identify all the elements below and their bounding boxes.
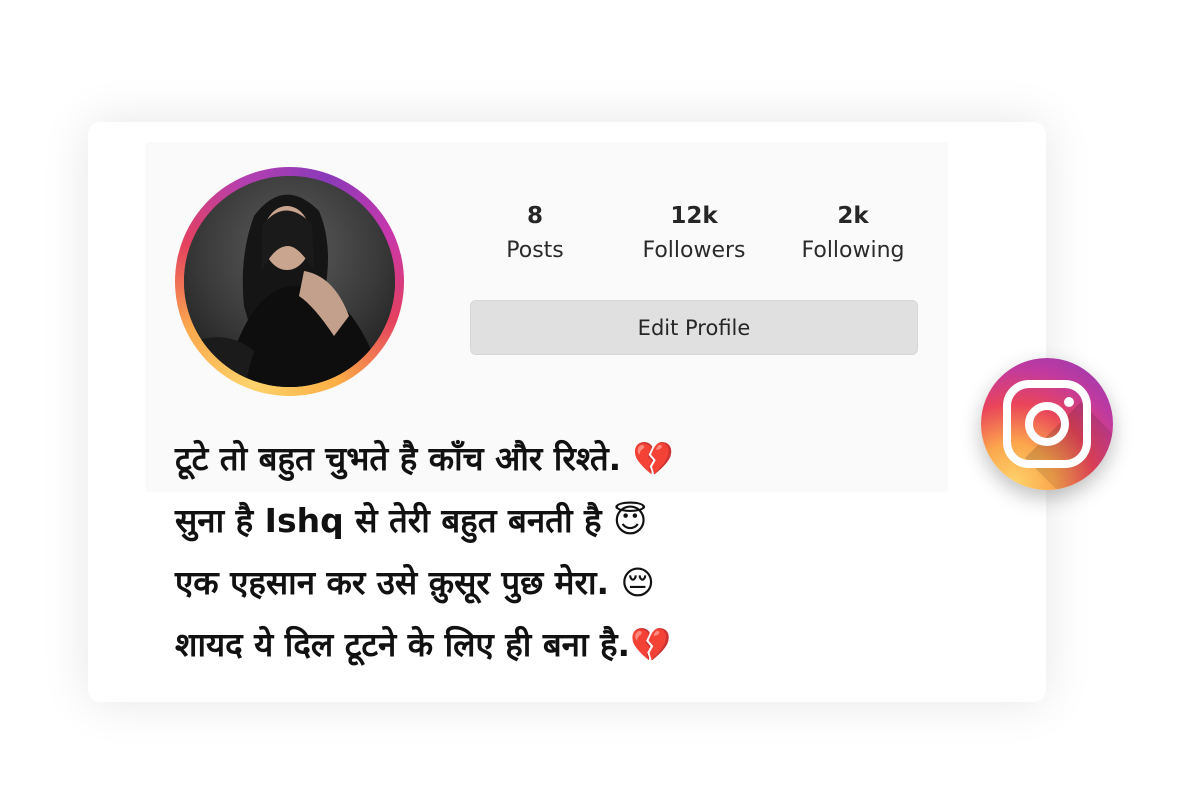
following-count: 2k (837, 203, 869, 229)
bio-line: टूटे तो बहुत चुभते है काँच और रिश्ते. 💔 (175, 439, 674, 478)
followers-count: 12k (670, 203, 718, 229)
followers-label: Followers (642, 238, 746, 263)
profile-photo-icon (184, 176, 395, 387)
bio-line: सुना है Ishq से तेरी बहुत बनती है 😇 (175, 501, 648, 540)
instagram-badge (981, 358, 1113, 490)
following-label: Following (801, 238, 905, 263)
stage: 8 Posts 12k Followers 2k Following Edit … (0, 0, 1200, 800)
avatar[interactable] (184, 176, 395, 387)
posts-count: 8 (526, 203, 543, 229)
edit-profile-button[interactable]: Edit Profile (470, 300, 918, 355)
stat-posts[interactable]: 8 Posts (460, 198, 610, 268)
posts-label: Posts (506, 238, 564, 263)
bio-line: एक एहसान कर उसे क़ुसूर पुछ मेरा. 😔 (175, 563, 655, 602)
instagram-icon (1003, 380, 1113, 490)
profile-stats: 8 Posts 12k Followers 2k Following (470, 198, 918, 278)
stat-following[interactable]: 2k Following (778, 198, 928, 268)
stat-followers[interactable]: 12k Followers (619, 198, 769, 268)
profile-bio: टूटे तो बहुत चुभते है काँच और रिश्ते. 💔 … (175, 428, 895, 676)
bio-line: शायद ये दिल टूटने के लिए ही बना है.💔 (175, 625, 672, 664)
